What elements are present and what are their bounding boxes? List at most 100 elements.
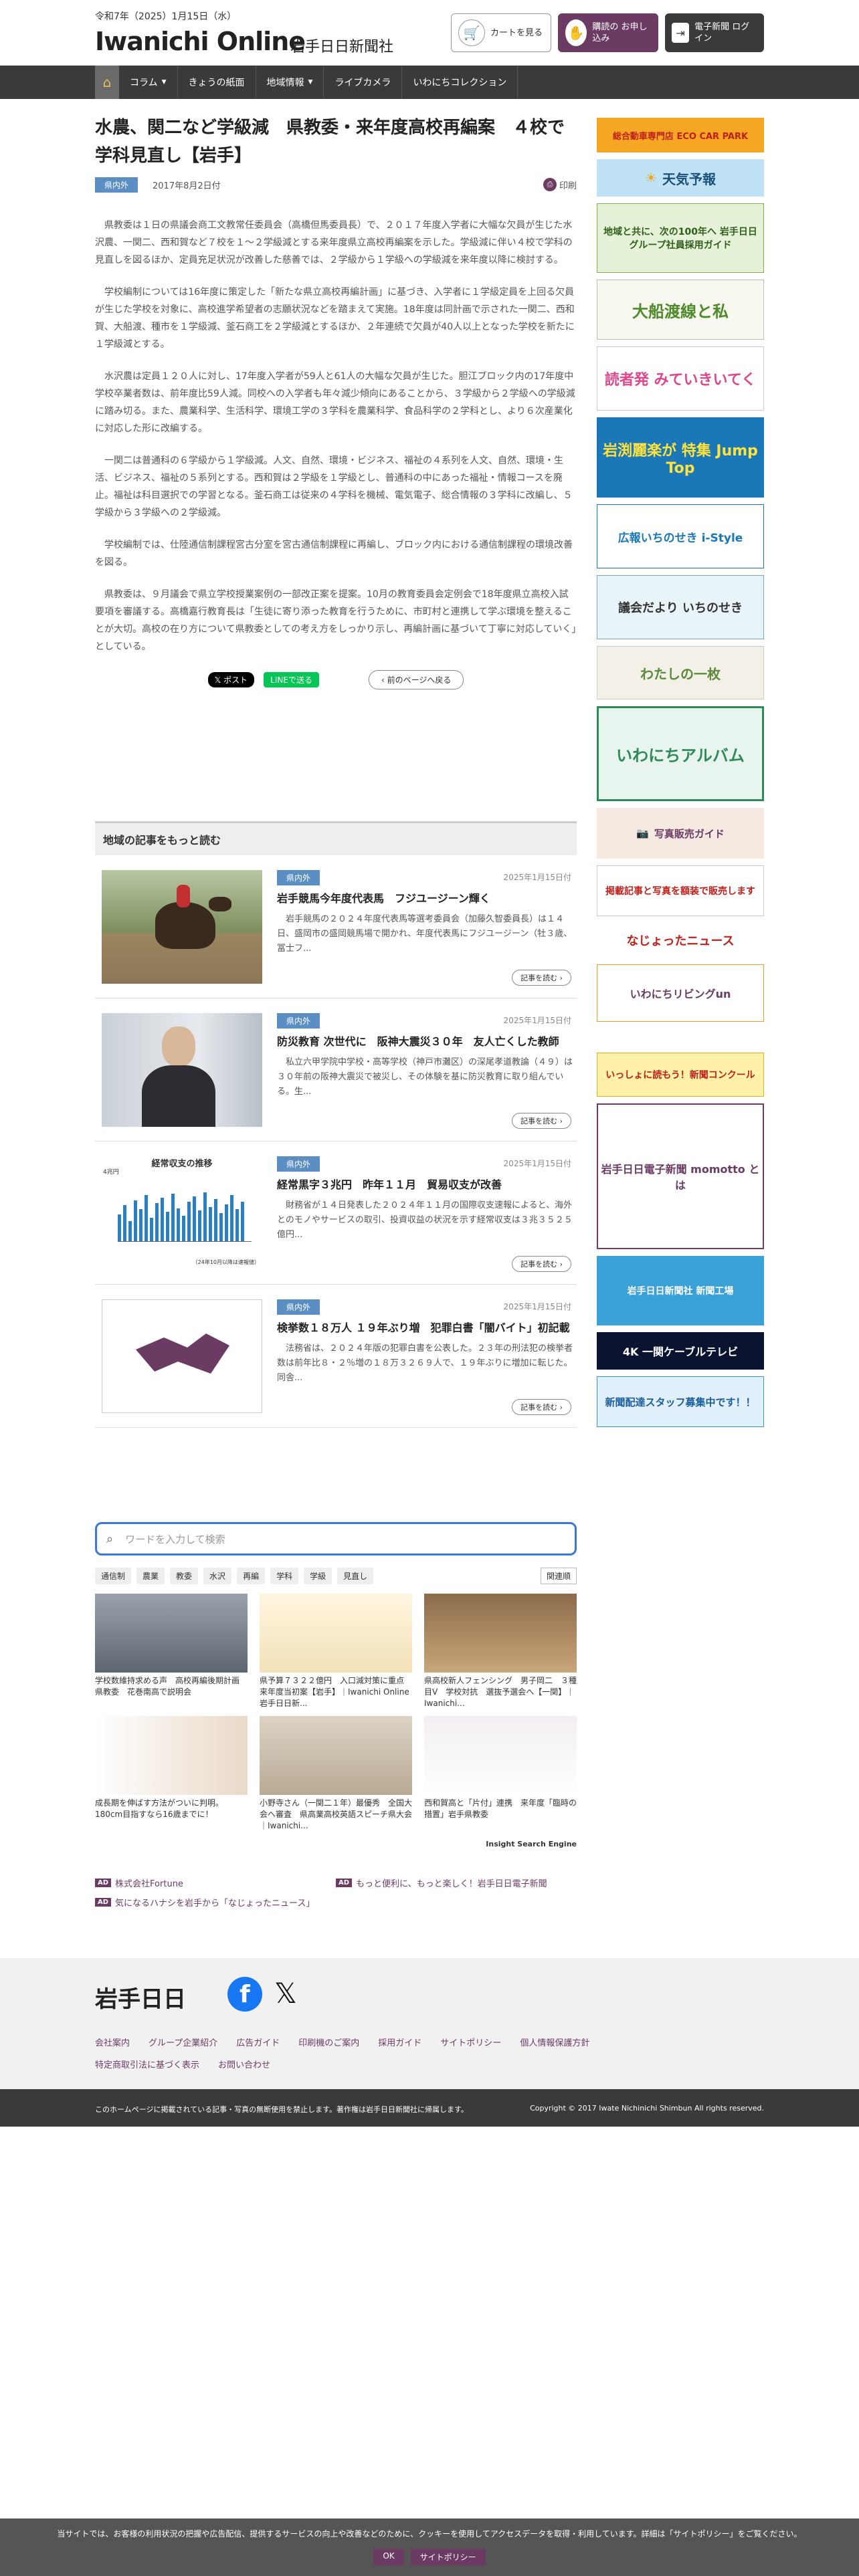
search-result[interactable]: 小野寺さん（一関二１年）最優秀 全国大会へ審査 県高業高校英語スピーチ県大会｜I… [260,1716,412,1832]
iwanichi-logo-placeholder[interactable] [102,1299,262,1413]
cart-label: カートを見る [490,27,543,38]
back-button[interactable]: ‹ 前のページへ戻る [368,670,464,689]
footer-link[interactable]: 印刷機のご案内 [298,2036,359,2048]
ad-link[interactable]: AD 株式会社Fortune [95,1876,336,1889]
card-title[interactable]: 防災教育 次世代に 阪神大震災３０年 友人亡くした教師 [277,1034,577,1050]
search-result[interactable]: 成長期を伸ばす方法がついに判明。180cm目指すなら16歳までに！ [95,1716,248,1832]
banner-i-style[interactable]: 広報いちのせき i-Style [597,504,764,568]
camera-icon: 📷 [636,827,649,839]
banner-eco-car-park[interactable]: 総合動車専門店 ECO CAR PARK [597,118,764,152]
footer-link[interactable]: サイトポリシー [440,2036,501,2048]
search-tag[interactable]: 教委 [170,1568,199,1584]
banner-momotto[interactable]: 岩手日日電子新聞 momotto とは [597,1103,764,1249]
read-more-button[interactable]: 記事を読む › [512,1256,571,1272]
banner-newspaper-contest[interactable]: いっしょに読もう！新聞コンクール [597,1053,764,1097]
footer-link[interactable]: 特定商取引法に基づく表示 [95,2058,199,2070]
footer-link[interactable]: 個人情報保護方針 [520,2036,589,2048]
footer-logo[interactable]: 岩手日日 [95,1981,186,2014]
banner-album[interactable]: いわにちアルバム [597,706,764,801]
search-tag[interactable]: 見直し [337,1568,374,1584]
result-photo [424,1716,577,1795]
sort-select[interactable]: 関連順 [540,1568,577,1584]
read-more-button[interactable]: 記事を読む › [512,1399,571,1415]
card-title[interactable]: 検挙数１８万人 １９年ぶり増 犯罪白書「闇バイト」初記載 [277,1320,577,1336]
result-title: 成長期を伸ばす方法がついに判明。180cm目指すなら16歳までに！ [95,1798,224,1819]
banner-gikai[interactable]: 議会だより いちのせき [597,575,764,639]
search-result[interactable]: 県予算７３２２億円 入口減対策に重点 来年度当初案【岩手】｜Iwanichi O… [260,1594,412,1709]
banner-ofunato-line[interactable]: 大船渡線と私 [597,280,764,340]
banner-jump-top[interactable]: 岩渕麗楽が 特集 Jump Top [597,417,764,498]
banner-recruit[interactable]: 地域と共に、次の100年へ 岩手日日グループ社員採用ガイド [597,203,764,273]
read-more-button[interactable]: 記事を読む › [512,1113,571,1129]
facebook-icon[interactable]: f [227,1977,262,2012]
home-icon[interactable]: ⌂ [95,66,119,99]
ad-link[interactable]: AD 気になるハナシを岩手から「なじょったニュース」 [95,1896,577,1909]
search-result[interactable]: 西和賀高と「片付」連携 来年度「臨時の措置」岩手県教委 [424,1716,577,1832]
ad-link[interactable]: AD もっと便利に、もっと楽しく！岩手日日電子新聞 [336,1876,577,1889]
banner-najotta-news[interactable]: なじょったニュース [597,923,764,958]
nav-item-collection[interactable]: いわにちコレクション [402,66,518,99]
x-share-button[interactable]: 𝕏 ポスト [207,672,255,687]
search-tag[interactable]: 水沢 [203,1568,232,1584]
chart-bar [161,1197,164,1241]
article-card[interactable]: 県内外 2025年1月15日付 防災教育 次世代に 阪神大震災３０年 友人亡くし… [95,998,577,1142]
nav-item-today-paper[interactable]: きょうの紙面 [178,66,256,99]
copyright-text: Copyright © 2017 Iwate Nichinichi Shimbu… [530,2104,764,2113]
subscribe-button[interactable]: ✋ 購読の お申し込み [558,13,658,52]
banner-frame-sales[interactable]: 掲載記事と写真を額装で販売します [597,865,764,916]
print-icon: ⎙ [543,178,557,191]
search-result[interactable]: 県高校新人フェンシング 男子岡二 ３種目V 学校対抗 選抜予選会へ【一関】｜Iw… [424,1594,577,1709]
article-card[interactable]: 経常収支の推移 4兆円 （24年10月以降は速報値） 県内外 2025年1月15… [95,1142,577,1285]
horse-race-photo[interactable] [102,870,262,984]
card-title[interactable]: 岩手競馬今年度代表馬 フジユージーン輝く [277,891,577,907]
search-tag[interactable]: 再編 [237,1568,266,1584]
banner-reader[interactable]: 読者発 みていきいてく [597,346,764,411]
sun-icon: ☀ [645,170,657,186]
site-logo[interactable]: Iwanichi Online [95,27,306,56]
footer-link[interactable]: グループ企業紹介 [149,2036,217,2048]
cookie-ok-button[interactable]: OK [373,2549,404,2565]
article-paragraph: 県教委は１日の県議会商工文教常任委員会（高橋但馬委員長）で、２０１７年度入学者に… [95,220,573,265]
current-account-chart[interactable]: 経常収支の推移 4兆円 （24年10月以降は速報値） [102,1156,262,1270]
card-title[interactable]: 経常黒字３兆円 昨年１１月 貿易収支が改善 [277,1177,577,1193]
print-button[interactable]: ⎙ 印刷 [543,178,577,191]
search-input[interactable]: ⌕ ワードを入力して検索 [95,1522,577,1555]
search-tag[interactable]: 農業 [136,1568,165,1584]
banner-delivery-staff[interactable]: 新聞配達スタッフ募集中です！！ [597,1376,764,1427]
category-badge[interactable]: 県内外 [277,1299,320,1315]
banner-photo-sales[interactable]: 📷 写真販売ガイド [597,808,764,859]
category-badge[interactable]: 県内外 [95,177,138,193]
nav-item-live-camera[interactable]: ライブカメラ [324,66,403,99]
cart-button[interactable]: 🛒 カートを見る [451,13,551,52]
card-excerpt: 岩手競馬の２０２４年度代表馬等選考委員会（加藤久智委員長）は１４日、盛岡市の盛岡… [277,914,573,954]
category-badge[interactable]: 県内外 [277,870,320,885]
banner-newspaper-factory[interactable]: 岩手日日新聞社 新聞工場 [597,1256,764,1325]
banner-living-un[interactable]: いわにちリビングun [597,964,764,1022]
category-badge[interactable]: 県内外 [277,1013,320,1029]
chart-bar [128,1221,132,1241]
footer-link[interactable]: 広告ガイド [236,2036,280,2048]
footer-link[interactable]: 採用ガイド [378,2036,421,2048]
article-card[interactable]: 県内外 2025年1月15日付 岩手競馬今年度代表馬 フジユージーン輝く 岩手競… [95,855,577,998]
chart-bar [166,1212,169,1241]
category-badge[interactable]: 県内外 [277,1156,320,1172]
nav-item-column[interactable]: コラム ▼ [119,66,178,99]
x-icon[interactable]: 𝕏 [274,1977,297,2010]
article-card[interactable]: 県内外 2025年1月15日付 検挙数１８万人 １９年ぶり増 犯罪白書「闇バイト… [95,1285,577,1428]
search-result[interactable]: 学校数維持求める声 高校再編後期計画 県教委 花巻南高で説明会 [95,1594,248,1709]
search-tag[interactable]: 学級 [304,1568,332,1584]
read-more-button[interactable]: 記事を読む › [512,970,571,986]
chart-unit: 4兆円 [103,1169,119,1176]
nav-item-local-info[interactable]: 地域情報 ▼ [256,66,324,99]
banner-4k[interactable]: 4K 一関ケーブルテレビ [597,1332,764,1370]
login-button[interactable]: ⇥ 電子新聞 ログイン [665,13,764,52]
footer-link[interactable]: お問い合わせ [218,2058,270,2070]
search-tag[interactable]: 学科 [270,1568,299,1584]
line-share-button[interactable]: LINEで送る [264,672,319,687]
banner-weather[interactable]: ☀ 天気予報 [597,159,764,197]
banner-my-photo[interactable]: わたしの一枚 [597,646,764,700]
cookie-policy-button[interactable]: サイトポリシー [410,2549,486,2565]
footer-link[interactable]: 会社案内 [95,2036,130,2048]
search-tag[interactable]: 通信制 [95,1568,132,1584]
teacher-photo[interactable] [102,1013,262,1127]
